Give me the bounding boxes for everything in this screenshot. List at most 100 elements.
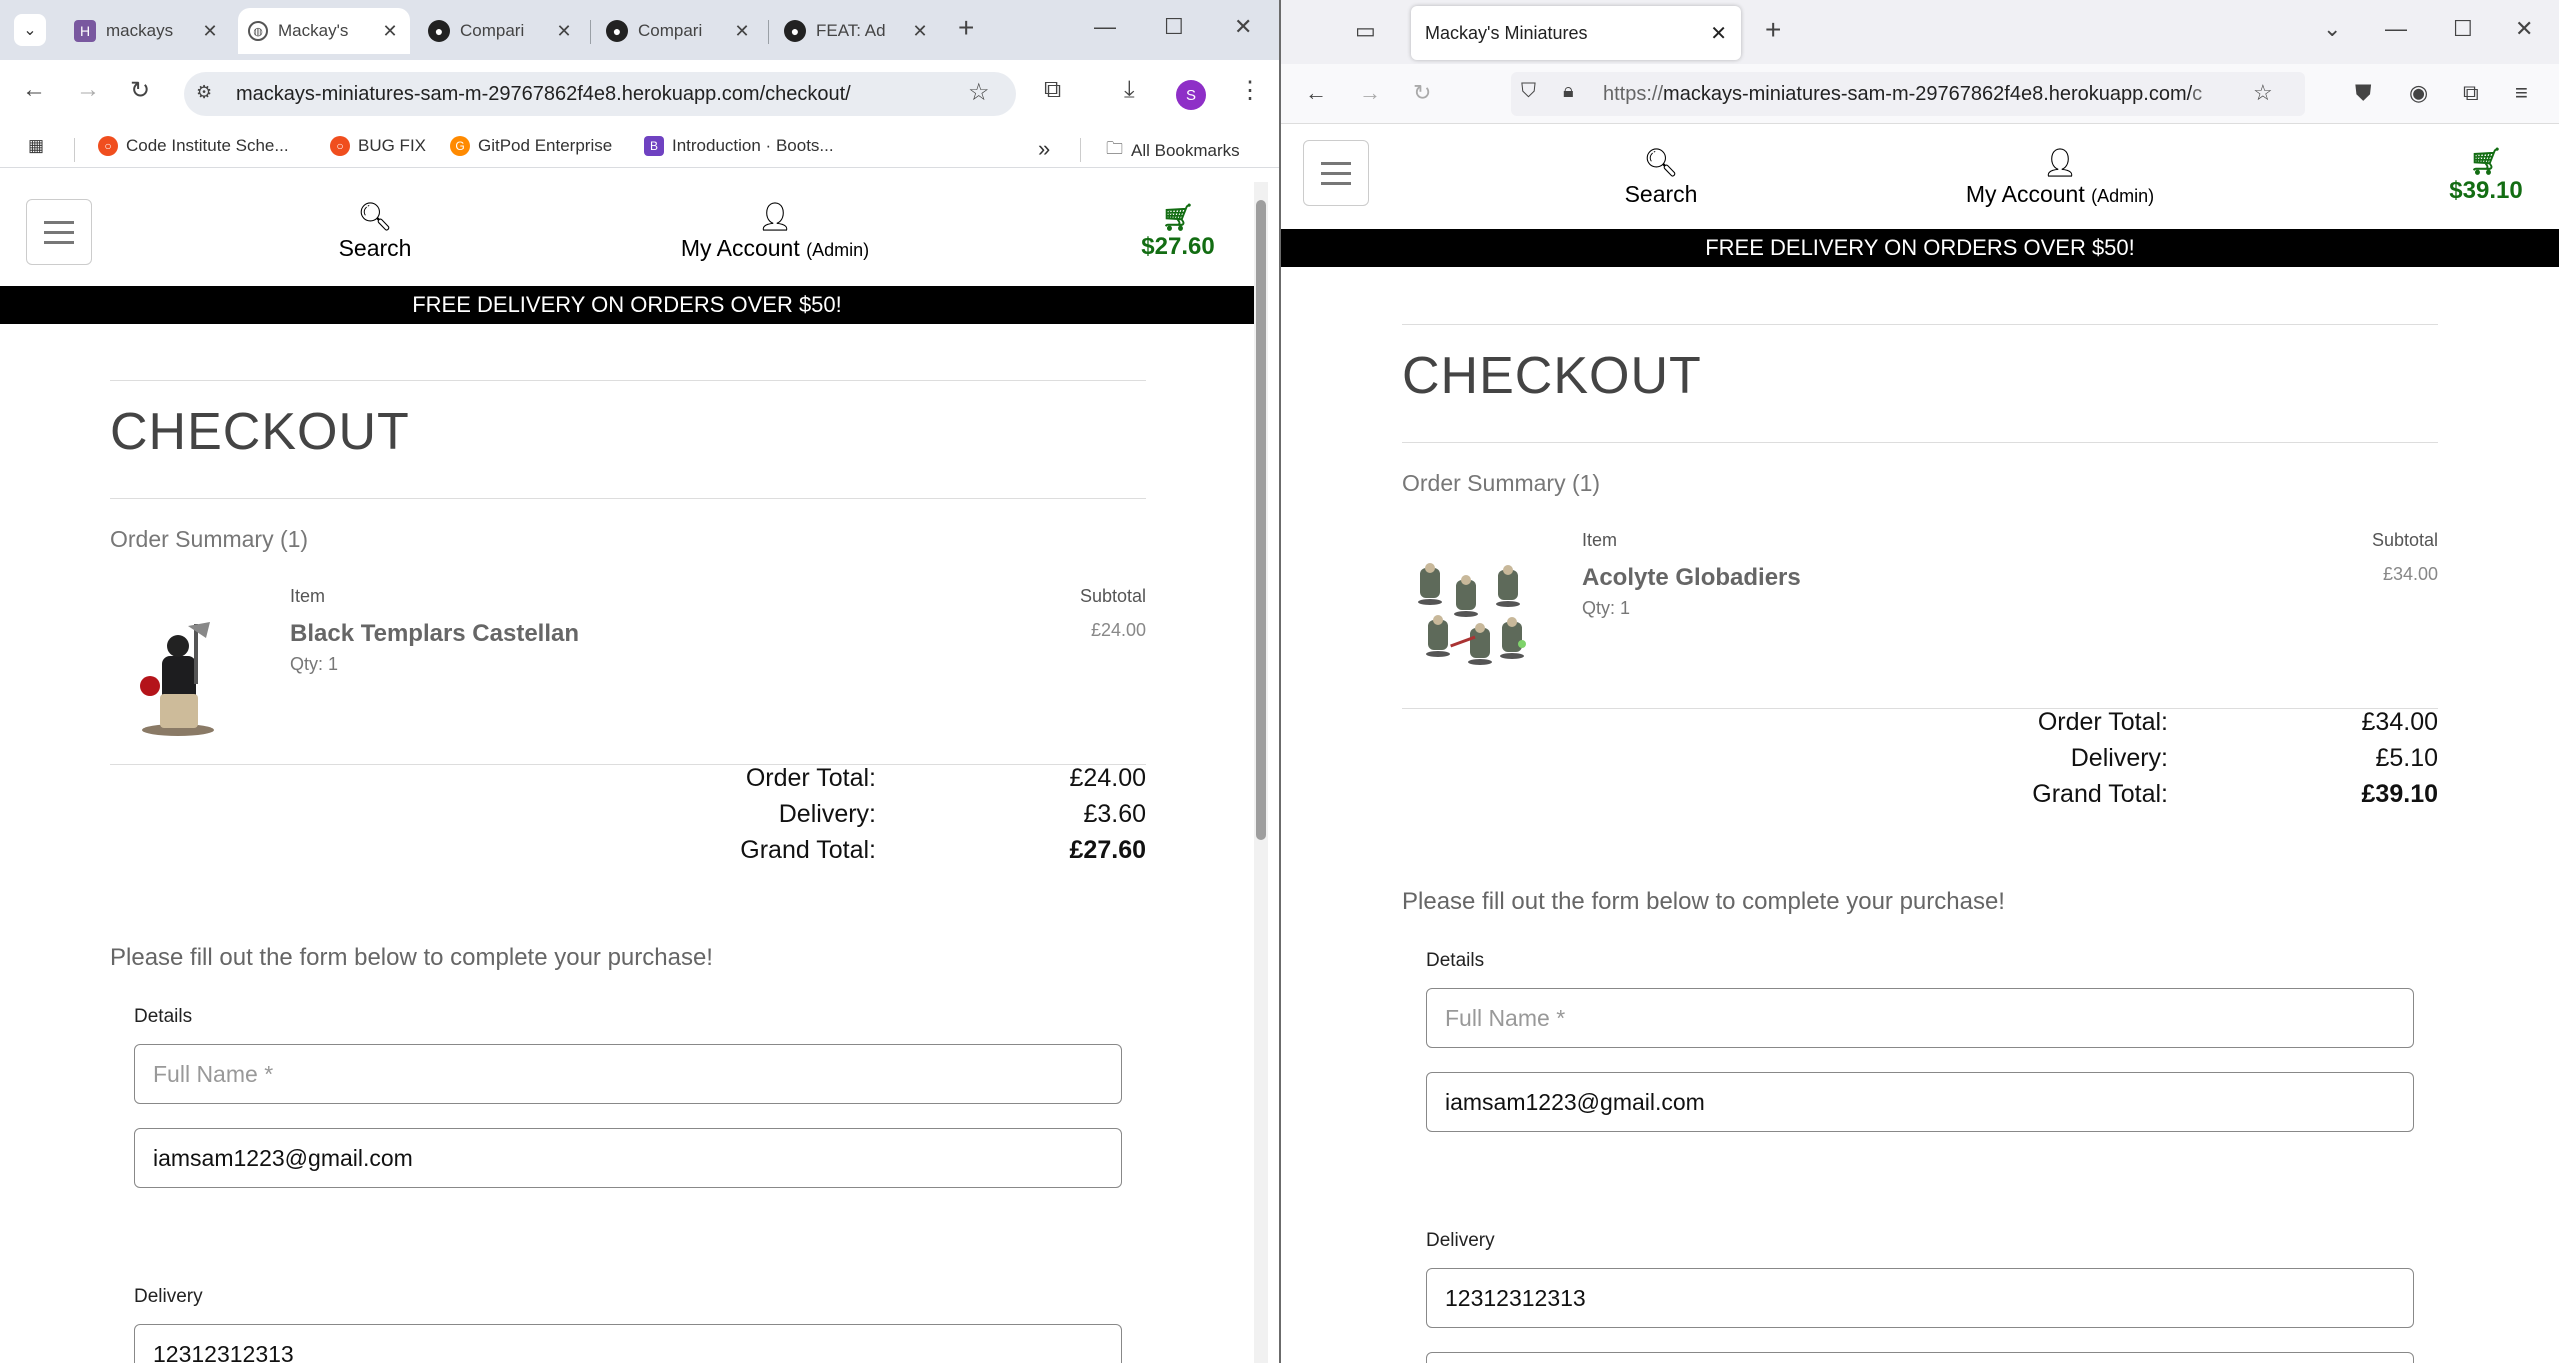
account-icon[interactable]: ◉ [2409,80,2428,106]
product-image-black-templars[interactable] [130,616,226,736]
email-input[interactable]: iamsam1223@gmail.com [1426,1072,2414,1132]
address-input[interactable] [1426,1352,2414,1363]
scrollbar-thumb[interactable] [1256,200,1266,840]
reload-icon[interactable]: ↻ [1413,80,1431,106]
order-total-label: Order Total: [745,764,876,792]
product-image-acolyte-globadiers[interactable] [1410,562,1530,672]
new-tab-button[interactable]: + [958,12,974,44]
divider [1402,708,2438,709]
maximize-icon[interactable]: ☐ [1164,14,1184,40]
site-header: 🔍︎ Search 👤︎ My Account (Admin) 🛒︎ $39.1… [1281,126,2559,229]
download-icon[interactable]: ⤓ [1124,76,1135,104]
address-bar[interactable]: mackays-miniatures-sam-m-29767862f4e8.he… [184,72,1016,116]
order-total-value: £34.00 [2361,708,2438,736]
page-title: CHECKOUT [110,403,410,461]
extensions-icon[interactable]: ⧉ [1044,76,1061,104]
bookmark-bootstrap[interactable]: B Introduction · Boots... [644,136,834,156]
page-title: CHECKOUT [1402,347,1702,405]
pocket-icon[interactable]: ⛊ [2355,80,2372,106]
tab-separator [590,20,591,44]
hamburger-menu-button[interactable] [1303,140,1369,206]
my-account-nav[interactable]: 👤︎ My Account (Admin) [660,200,890,262]
apps-grid-icon[interactable]: ▦ [28,136,44,156]
address-text: mackays-miniatures-sam-m-29767862f4e8.he… [236,82,851,105]
phone-number-input[interactable]: 12312312313 [1426,1268,2414,1328]
shopping-bag-link[interactable]: 🛒︎ $39.10 [2431,146,2541,205]
site-page: 🔍︎ Search 👤︎ My Account (Admin) 🛒︎ $39.1… [1281,126,2559,1363]
item-column-header: Item [290,586,326,606]
bookmark-code-institute[interactable]: ○ Code Institute Sche... [98,136,289,156]
delivery-legend: Delivery [134,1286,203,1307]
close-icon[interactable]: ✕ [732,21,752,42]
new-tab-button[interactable]: + [1765,14,1781,46]
tab-mackays-active[interactable]: ◍ Mackay's ✕ [238,8,410,54]
search-icon: 🔍︎ [357,201,393,232]
site-info-icon[interactable]: ⚙ [196,82,212,103]
delivery-value: £3.60 [1083,800,1146,828]
my-account-nav[interactable]: 👤︎ My Account (Admin) [1945,146,2175,208]
close-icon[interactable]: ✕ [1710,21,1727,46]
close-icon[interactable]: ✕ [380,21,400,42]
maximize-icon[interactable]: ☐ [2453,16,2473,42]
profile-avatar[interactable]: S [1176,80,1206,110]
close-window-icon[interactable]: ✕ [2515,16,2533,42]
hamburger-menu-button[interactable] [26,199,92,265]
folder-icon: 🗀 [1106,139,1123,158]
site-page: 🔍︎ Search 👤︎ My Account (Admin) 🛒︎ $27.6… [0,182,1254,1363]
extensions-icon[interactable]: ⧉ [2463,80,2479,106]
lock-icon[interactable]: 🔒︎ [1563,80,1574,103]
close-icon[interactable]: ✕ [910,21,930,42]
details-legend: Details [134,1006,193,1027]
page-scrollbar[interactable] [1254,182,1268,1363]
tab-mackays-heroku[interactable]: H mackays ✕ [64,8,230,54]
address-bar[interactable]: https://mackays-miniatures-sam-m-2976786… [1511,72,2305,116]
grand-total-label: Grand Total: [740,836,876,864]
chevron-down-icon[interactable]: ⌄ [2323,16,2341,42]
tab-title: Compari [638,21,703,40]
search-nav[interactable]: 🔍︎ Search [320,200,430,262]
cart-icon: 🛒︎ [1161,202,1195,232]
tab-github-comparing-2[interactable]: ● Compari ✕ [596,8,762,54]
email-input[interactable]: iamsam1223@gmail.com [134,1128,1122,1188]
menu-kebab-icon[interactable]: ⋮ [1238,76,1262,105]
phone-number-input[interactable]: 12312312313 [134,1324,1122,1363]
close-window-icon[interactable]: ✕ [1234,14,1252,40]
menu-hamburger-icon[interactable]: ≡ [2515,80,2528,106]
bookmark-bug-fix[interactable]: ○ BUG FIX [330,136,426,156]
bookmark-separator [1080,138,1081,162]
github-icon: ● [428,20,450,42]
tab-search-button[interactable]: ⌄ [14,14,46,46]
tab-groups-icon[interactable]: ▭ [1355,18,1376,44]
shopping-bag-link[interactable]: 🛒︎ $27.60 [1130,202,1226,261]
product-name[interactable]: Black Templars Castellan [290,620,579,648]
minimize-icon[interactable]: — [2385,16,2407,42]
tab-github-feat[interactable]: ● FEAT: Ad ✕ [774,8,940,54]
back-icon[interactable]: ← [22,76,46,104]
more-bookmarks-button[interactable]: » [1038,136,1050,162]
shield-icon[interactable]: ⛉ [1521,80,1536,103]
full-name-input[interactable]: Full Name * [134,1044,1122,1104]
search-nav[interactable]: 🔍︎ Search [1606,146,1716,208]
product-name[interactable]: Acolyte Globadiers [1582,564,1801,592]
forward-icon[interactable]: → [1359,80,1381,106]
bag-total: $27.60 [1141,233,1215,260]
tab-title: Mackay's [278,21,349,40]
tab-mackays-miniatures[interactable]: Mackay's Miniatures ✕ [1411,6,1741,60]
full-name-input[interactable]: Full Name * [1426,988,2414,1048]
bookmark-star-icon[interactable]: ☆ [2253,80,2273,106]
bookmark-gitpod[interactable]: G GitPod Enterprise [450,136,612,156]
forward-icon[interactable]: → [76,76,100,104]
gitpod-icon: G [450,136,470,156]
close-icon[interactable]: ✕ [554,21,574,42]
delivery-legend: Delivery [1426,1230,1495,1251]
bookmark-star-icon[interactable]: ☆ [968,78,990,107]
minimize-icon[interactable]: — [1094,14,1116,40]
form-instructions: Please fill out the form below to comple… [110,944,713,971]
all-bookmarks-folder[interactable]: 🗀 All Bookmarks [1106,136,1240,165]
reload-icon[interactable]: ↻ [130,76,150,105]
delivery-label: Delivery: [2070,744,2168,772]
tab-github-comparing-1[interactable]: ● Compari ✕ [418,8,584,54]
heroku-icon: H [74,20,96,42]
back-icon[interactable]: ← [1305,80,1327,106]
close-icon[interactable]: ✕ [200,21,220,42]
